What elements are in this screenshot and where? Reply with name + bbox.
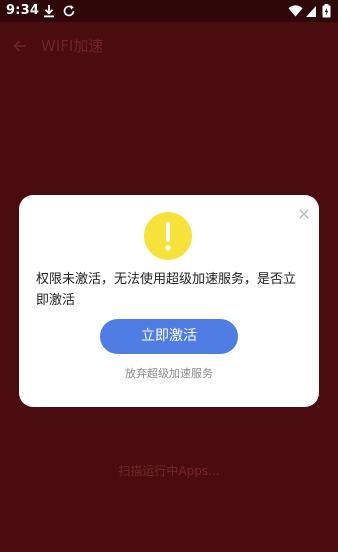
exclamation-circle-icon xyxy=(144,212,192,260)
activate-now-button[interactable]: 立即激活 xyxy=(100,319,238,354)
page-title: WIFI加速 xyxy=(41,37,104,55)
app-screen: 9:34 WIFI加速 扫描运行中Apps... 权限未激活，无法使用超级加速服… xyxy=(0,0,338,552)
status-time: 9:34 xyxy=(6,3,40,18)
arrow-left-icon[interactable] xyxy=(12,38,28,54)
dialog-message: 权限未激活，无法使用超级加速服务，是否立即激活 xyxy=(36,272,297,308)
abandon-service-link[interactable]: 放弃超级加速服务 xyxy=(19,367,319,381)
close-icon[interactable] xyxy=(298,205,310,219)
app-bar: WIFI加速 xyxy=(0,22,338,70)
status-bar: 9:34 xyxy=(0,0,338,22)
wifi-icon xyxy=(288,4,303,18)
signal-icon xyxy=(305,4,319,18)
permission-dialog: 权限未激活，无法使用超级加速服务，是否立即激活 立即激活 放弃超级加速服务 xyxy=(19,195,319,407)
sync-icon xyxy=(62,4,76,18)
download-icon xyxy=(42,4,56,18)
battery-icon xyxy=(322,4,331,18)
scan-status-text: 扫描运行中Apps... xyxy=(118,464,220,478)
